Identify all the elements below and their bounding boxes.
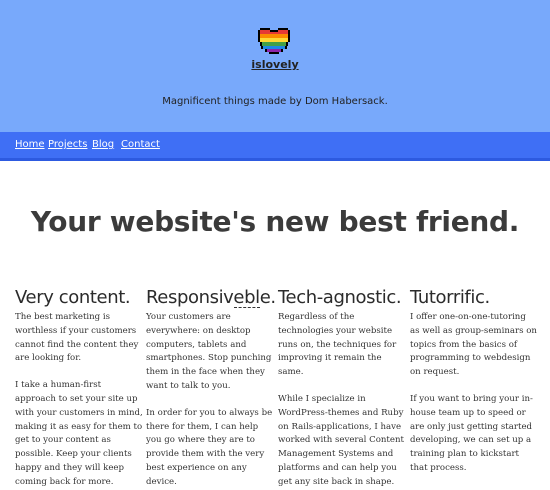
pixel-rainbow-heart-icon[interactable] <box>258 28 290 56</box>
column-tech-agnostic: Tech-agnostic. Regardless of the technol… <box>278 287 406 490</box>
main-nav: Home Projects Blog Contact <box>0 132 550 161</box>
nav-contact-link[interactable]: Contact <box>121 139 160 150</box>
column-paragraph: While I specialize in WordPress-themes a… <box>278 393 404 487</box>
column-responsiveble: Responsiveble. Your customers are everyw… <box>146 287 276 490</box>
column-paragraph: I offer one-on-one-tutoring as well as g… <box>410 312 537 378</box>
column-paragraph: If you want to bring your in-house team … <box>410 393 533 473</box>
column-title: Responsiveble. <box>146 287 276 308</box>
site-name-link[interactable]: islovely <box>0 58 550 71</box>
column-paragraph: In order for you to always be there for … <box>146 407 273 487</box>
site-header: islovely Magnificent things made by Dom … <box>0 0 550 132</box>
hero-title: Your website's new best friend. <box>30 205 520 238</box>
column-tutorrific: Tutorrific. I offer one-on-one-tutoring … <box>410 287 538 476</box>
column-title: Very content. <box>15 287 131 308</box>
nav-projects-link[interactable]: Projects <box>48 139 87 150</box>
column-paragraph: The best marketing is worthless if your … <box>15 312 139 364</box>
nav-home-link[interactable]: Home <box>15 139 45 150</box>
column-title: Tech-agnostic. <box>278 287 402 308</box>
column-paragraph: Regardless of the technologies your webs… <box>278 312 397 378</box>
column-very-content: Very content. The best marketing is wort… <box>15 287 143 490</box>
column-paragraph: Your customers are everywhere: on deskto… <box>146 312 272 391</box>
column-paragraph: I take a human-first approach to set you… <box>15 380 143 487</box>
tagline: Magnificent things made by Dom Habersack… <box>162 96 388 107</box>
nav-blog-link[interactable]: Blog <box>92 139 114 150</box>
column-title: Tutorrific. <box>410 287 490 308</box>
